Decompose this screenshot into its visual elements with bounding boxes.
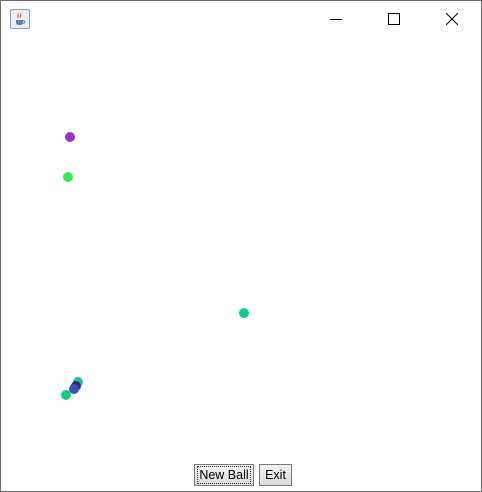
close-icon xyxy=(446,13,458,25)
ball xyxy=(63,172,73,182)
button-panel: New Ball Exit xyxy=(1,455,481,491)
close-button[interactable] xyxy=(429,1,475,37)
new-ball-button[interactable]: New Ball xyxy=(194,464,254,486)
title-bar[interactable] xyxy=(1,1,481,37)
exit-button[interactable]: Exit xyxy=(259,464,292,486)
exit-label: Exit xyxy=(265,468,286,482)
minimize-icon xyxy=(330,19,342,20)
maximize-icon xyxy=(388,13,400,25)
maximize-button[interactable] xyxy=(371,1,417,37)
new-ball-label: New Ball xyxy=(197,466,251,484)
bounce-window: New Ball Exit xyxy=(0,0,482,492)
ball xyxy=(61,390,71,400)
minimize-button[interactable] xyxy=(313,1,359,37)
ball xyxy=(65,132,75,142)
ball xyxy=(239,308,249,318)
ball-canvas xyxy=(1,37,481,455)
java-cup-icon[interactable] xyxy=(10,9,30,29)
